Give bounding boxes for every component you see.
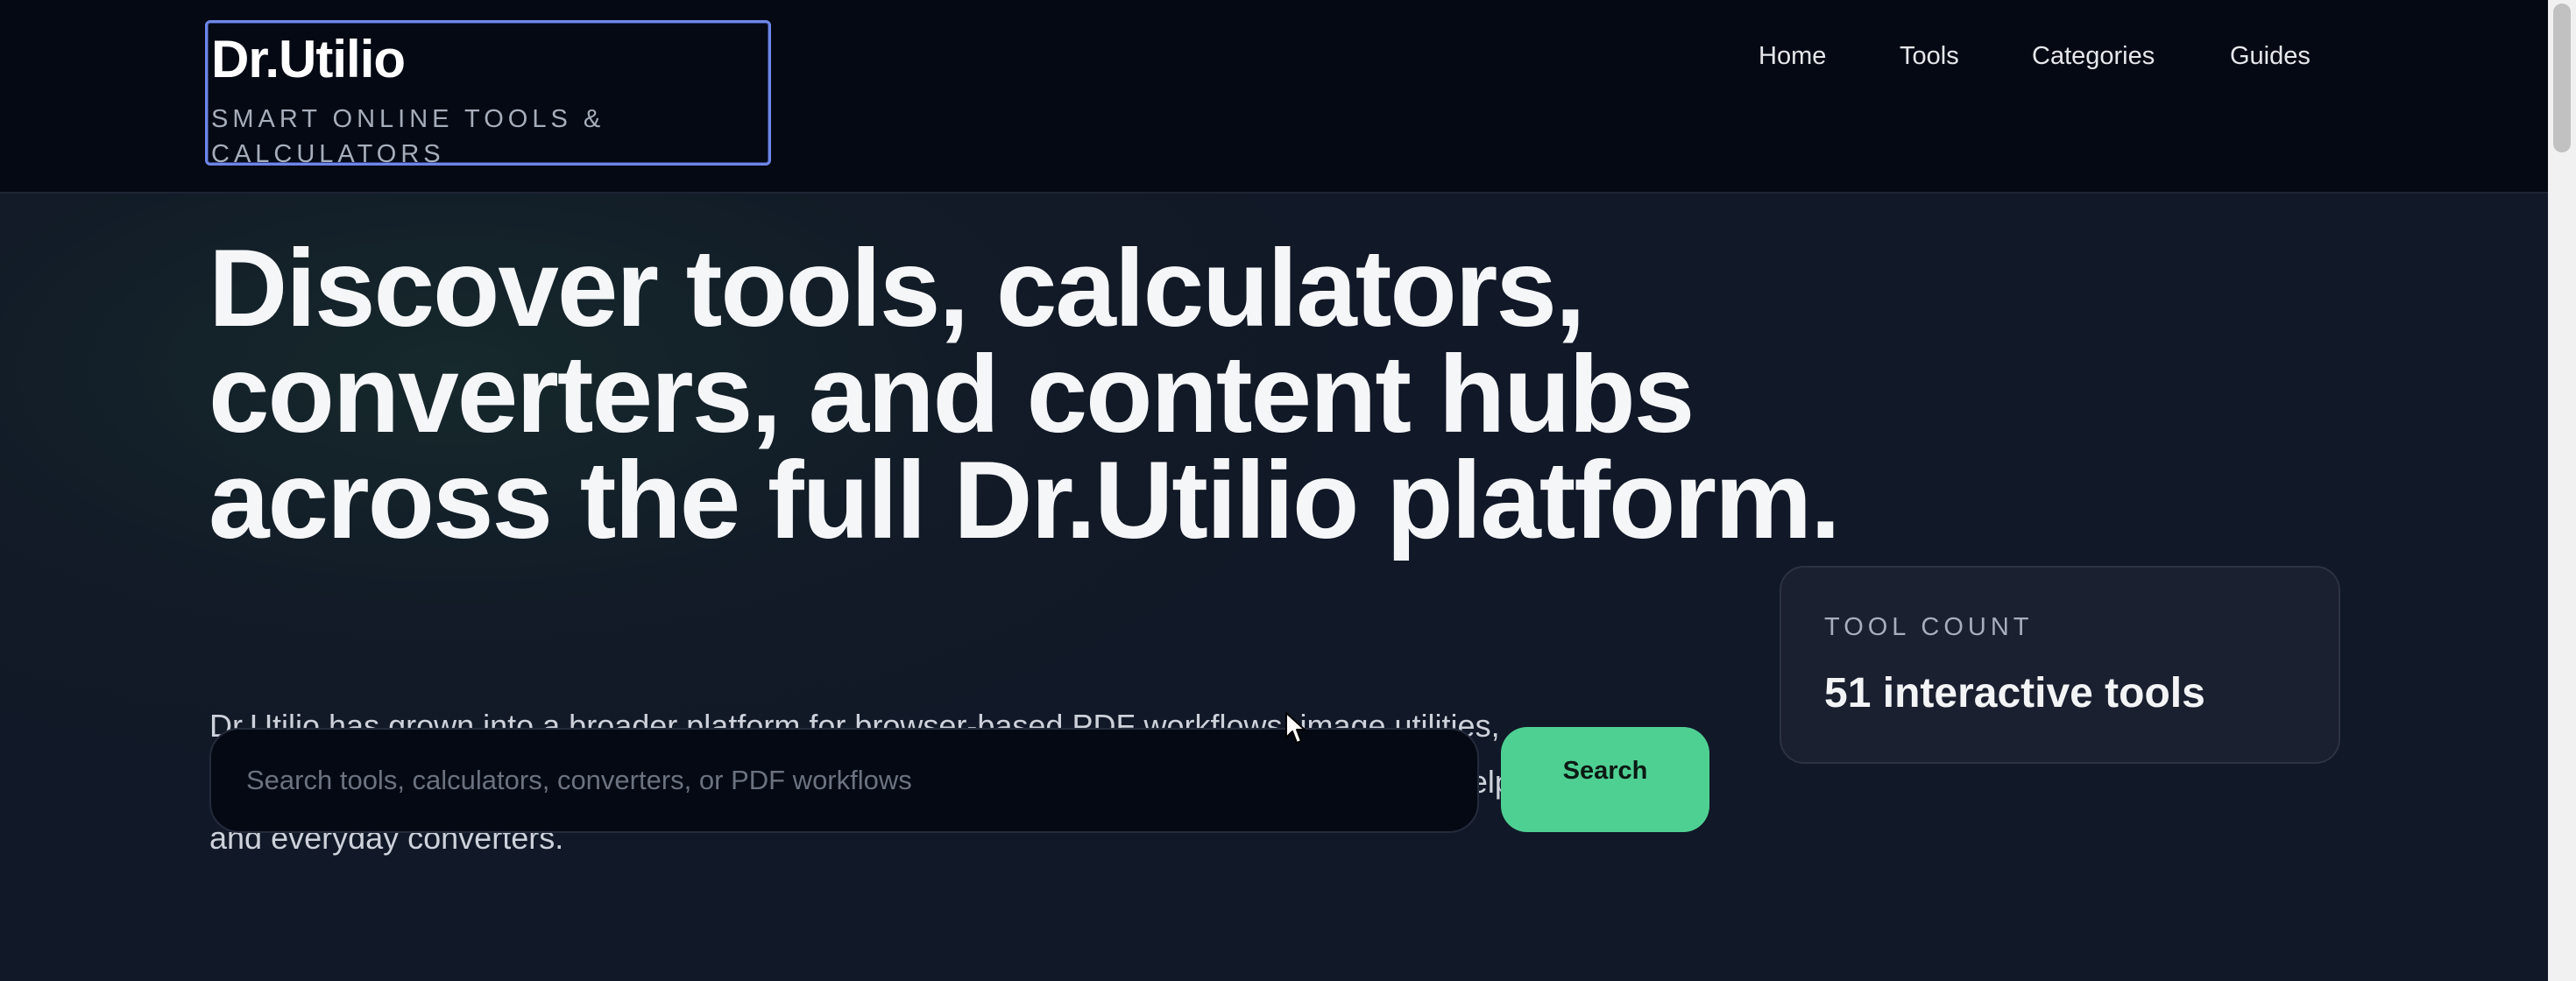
nav-link-home[interactable]: Home [1759, 40, 1826, 72]
hero-headline: Discover tools, calculators, converters,… [209, 228, 1841, 561]
site-header: Dr.Utilio SMART ONLINE TOOLS & CALCULATO… [0, 0, 2548, 194]
tool-count-card: TOOL COUNT 51 interactive tools [1780, 566, 2340, 764]
brand-logo-link[interactable]: Dr.Utilio SMART ONLINE TOOLS & CALCULATO… [205, 20, 771, 168]
brand-tagline: SMART ONLINE TOOLS & CALCULATORS [211, 105, 605, 168]
scrollbar-thumb[interactable] [2553, 4, 2571, 152]
nav-link-tools[interactable]: Tools [1900, 40, 1959, 72]
nav-link-guides[interactable]: Guides [2230, 40, 2311, 72]
mouse-cursor-icon [1285, 712, 1306, 744]
search-button[interactable]: Search [1501, 727, 1709, 832]
brand-name: Dr.Utilio [211, 30, 406, 88]
nav-link-categories[interactable]: Categories [2032, 40, 2155, 72]
tool-count-value: 51 interactive tools [1824, 670, 2205, 716]
tool-count-label: TOOL COUNT [1824, 613, 2034, 641]
